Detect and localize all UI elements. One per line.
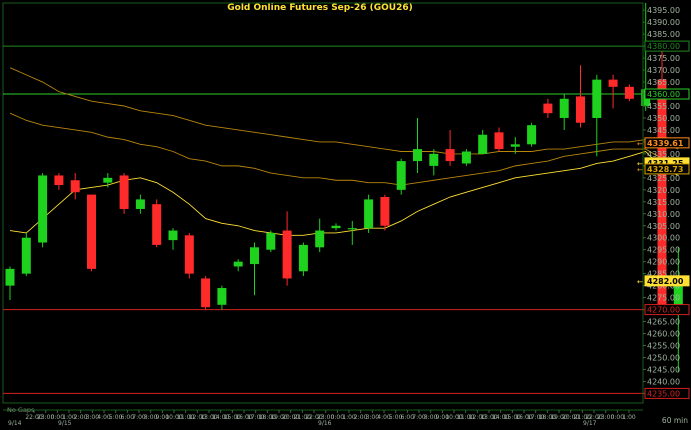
price-tick-label: 4355.00	[647, 102, 680, 111]
price-tick-label: 4245.00	[647, 365, 680, 374]
candle-body	[592, 79, 602, 118]
chart: Gold Online Futures Sep-26 (GOU26) 4235.…	[0, 0, 691, 427]
no-gaps-note: No Gaps	[7, 406, 35, 414]
date-label: 9/14	[8, 420, 22, 426]
moving-average-line	[9, 150, 679, 236]
candle-body	[103, 177, 113, 183]
candle-body	[168, 230, 178, 241]
price-tick-label: 4250.00	[647, 353, 680, 362]
price-tick-label: 4395.00	[647, 6, 680, 15]
interval-label: 60 min	[662, 416, 688, 425]
candle-body	[315, 230, 325, 248]
candle-body	[217, 288, 227, 305]
candle-body	[380, 197, 390, 226]
price-tick-label: 4390.00	[647, 18, 680, 27]
price-tag-label: 4282.00	[647, 277, 684, 286]
candle-body	[576, 96, 585, 123]
level-tag-label: 4235.00	[647, 389, 680, 398]
level-lines-layer	[3, 45, 643, 394]
candle-body	[201, 278, 211, 308]
price-tick-label: 4240.00	[647, 377, 680, 386]
level-tag-label: 4270.00	[647, 306, 680, 315]
candle-body	[364, 199, 374, 229]
candle-body	[429, 153, 439, 166]
price-tick-label: 4315.00	[647, 198, 680, 207]
candle-body	[21, 237, 31, 274]
candle-body	[184, 235, 194, 274]
candle-body	[152, 204, 162, 245]
candle-body	[559, 98, 569, 118]
level-tag-label: 4360.00	[647, 90, 680, 99]
price-tick-label: 4375.00	[647, 54, 680, 63]
candle-body	[527, 125, 537, 145]
price-tick-label: 4325.00	[647, 174, 680, 183]
candle-body	[510, 144, 520, 147]
candle-body	[87, 194, 96, 269]
candle-body	[298, 244, 308, 272]
chart-title: Gold Online Futures Sep-26 (GOU26)	[227, 3, 412, 13]
candle-body	[233, 261, 243, 267]
candle-body	[445, 149, 455, 162]
level-tag-label: 4380.00	[647, 42, 680, 51]
candle-body	[250, 247, 259, 265]
date-label: 9/16	[318, 420, 332, 426]
candle-body	[543, 103, 553, 114]
price-tick-label: 4370.00	[647, 66, 680, 75]
moving-average-line	[9, 112, 679, 186]
candle-body	[5, 268, 15, 286]
grid-layer	[2, 2, 644, 404]
price-tag-label: 4339.61	[647, 139, 684, 148]
price-tick-label: 4320.00	[647, 186, 680, 195]
candle-body	[608, 79, 618, 87]
chart-svg: Gold Online Futures Sep-26 (GOU26) 4235.…	[2, 2, 690, 427]
price-tick-label: 4305.00	[647, 222, 680, 231]
price-tick-label: 4275.00	[647, 294, 680, 303]
candle-body	[624, 86, 634, 99]
price-tick-label: 4310.00	[647, 210, 680, 219]
candle-body	[282, 230, 292, 279]
moving-average-layer	[9, 67, 679, 236]
price-tick-label: 4350.00	[647, 114, 680, 123]
candle-body	[70, 180, 80, 193]
price-tick-label: 4295.00	[647, 246, 680, 255]
candle-body	[135, 199, 145, 209]
price-tag-arrow: ←	[637, 140, 643, 148]
price-tick-label: 4385.00	[647, 30, 680, 39]
candles-layer	[5, 3, 683, 372]
price-tick-label: 4365.00	[647, 78, 680, 87]
date-label: 9/15	[58, 420, 72, 426]
plot-frame	[2, 2, 644, 404]
candle-body	[478, 134, 488, 154]
price-tick-label: 4300.00	[647, 234, 680, 243]
candle-body	[396, 161, 406, 190]
time-axis-layer: 22:0023:000:001:002:003:004:005:006:007:…	[3, 409, 643, 427]
price-tick-label: 4345.00	[647, 126, 680, 135]
candle-body	[461, 151, 471, 164]
candle-body	[413, 149, 422, 162]
candle-body	[38, 175, 48, 243]
price-tick-label: 4255.00	[647, 342, 680, 351]
candle-body	[119, 175, 129, 209]
price-axis-layer: 4235.00 4240.00 4245.00 4250.00 4255.00 4260.…	[642, 3, 680, 403]
price-tag-arrow: ←	[637, 166, 643, 174]
candle-body	[347, 228, 357, 230]
price-tag-label: 4328.73	[647, 165, 683, 174]
price-tag-arrow: ←	[637, 278, 643, 286]
price-tick-label: 4290.00	[647, 258, 680, 267]
date-label: 9/17	[583, 420, 597, 426]
candle-body	[331, 225, 341, 229]
price-tick-label: 4265.00	[647, 318, 680, 327]
price-tick-label: 4260.00	[647, 330, 680, 339]
candle-body	[266, 232, 276, 250]
time-tick-label: 1:00	[622, 414, 636, 421]
candle-body	[494, 132, 504, 150]
candle-body	[54, 175, 64, 186]
